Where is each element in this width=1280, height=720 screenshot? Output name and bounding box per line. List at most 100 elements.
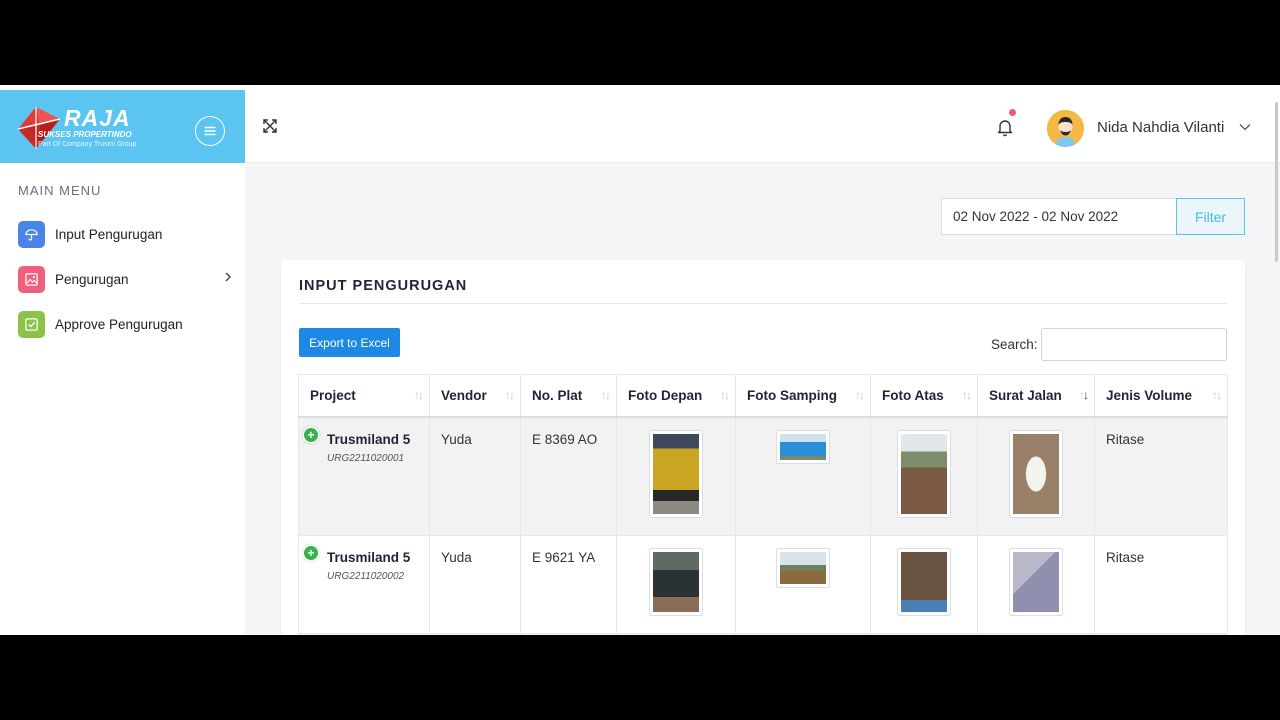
sidebar: MAIN MENU Input Pengurugan Pengurugan Ap… (0, 163, 245, 635)
column-header-vendor[interactable]: Vendor ↑↓ (429, 374, 521, 418)
hamburger-icon (204, 126, 216, 136)
cell-foto-samping (735, 633, 871, 635)
surat-jalan-thumbnail[interactable] (1009, 547, 1063, 616)
table-header-row: Project ↑↓ Vendor ↑↓ No. Plat ↑↓ Foto Depan… (298, 374, 1228, 418)
cell-foto-atas (870, 535, 978, 634)
user-avatar-icon (1047, 110, 1084, 147)
foto-atas-thumbnail[interactable] (897, 547, 951, 616)
avatar[interactable] (1047, 110, 1084, 147)
sidebar-item-input-pengurugan[interactable]: Input Pengurugan (18, 220, 233, 248)
user-name[interactable]: Nida Nahdia Vilanti (1097, 119, 1224, 136)
logo-name: RAJA (64, 105, 131, 131)
app-viewport: RAJA SUKSES PROPERTINDO Part Of Company … (0, 85, 1280, 635)
image-icon (18, 265, 45, 293)
column-label: Project (310, 387, 356, 403)
bell-icon (997, 120, 1013, 137)
expand-row-button[interactable]: + (304, 427, 318, 442)
column-header-foto-depan[interactable]: Foto Depan ↑↓ (616, 374, 736, 418)
foto-depan-thumbnail[interactable] (649, 429, 703, 518)
table-row[interactable]: + Trusmiland 5 URG2211020002 Yuda E 9621… (298, 535, 1228, 634)
sidebar-title: MAIN MENU (18, 183, 102, 198)
column-label: Vendor (441, 387, 487, 403)
sidebar-item-approve-pengurugan[interactable]: Approve Pengurugan (18, 310, 233, 338)
search-input[interactable] (1041, 328, 1227, 361)
table-row[interactable]: + Trusmiland 5 URG2211020001 Yuda E 8369… (298, 416, 1228, 536)
cell-foto-atas (870, 633, 978, 635)
notifications-button[interactable] (996, 117, 1014, 137)
column-header-jenis-volume[interactable]: Jenis Volume ↑↓ (1094, 374, 1228, 418)
cell-foto-depan (616, 416, 736, 536)
project-name: Trusmiland 5 (327, 431, 411, 447)
check-square-icon (18, 310, 45, 338)
cell-foto-samping (735, 535, 871, 634)
surat-jalan-thumbnail[interactable] (1009, 429, 1063, 518)
filter-button[interactable]: Filter (1176, 198, 1245, 235)
umbrella-icon (18, 220, 45, 248)
brand-bar: RAJA SUKSES PROPERTINDO Part Of Company … (0, 90, 245, 163)
fullscreen-toggle[interactable] (261, 117, 279, 135)
foto-samping-thumbnail[interactable] (776, 429, 830, 464)
column-header-foto-atas[interactable]: Foto Atas ↑↓ (870, 374, 978, 418)
foto-samping-thumbnail[interactable] (776, 547, 830, 588)
project-code: URG2211020001 (327, 452, 405, 464)
cell-surat-jalan (977, 416, 1095, 536)
page-scrollbar[interactable] (1275, 102, 1278, 262)
column-header-no-plat[interactable]: No. Plat ↑↓ (520, 374, 617, 418)
cell-surat-jalan (977, 535, 1095, 634)
chevron-down-icon[interactable] (1239, 123, 1251, 131)
cell-foto-depan (616, 633, 736, 635)
cell-foto-samping (735, 416, 871, 536)
company-logo[interactable]: RAJA SUKSES PROPERTINDO Part Of Company … (14, 105, 174, 153)
cell-plat: E 8369 AO (520, 416, 617, 536)
logo-subtitle: Part Of Company Trusmi Group (38, 141, 137, 148)
sort-icon: ↑↓ (505, 388, 515, 402)
cell-plat (520, 633, 617, 635)
menu-toggle-button[interactable] (195, 116, 225, 146)
project-name: Trusmiland 5 (327, 549, 411, 565)
column-label: Foto Depan (628, 387, 703, 403)
sort-icon: ↑↓ (414, 388, 424, 402)
sidebar-item-label: Approve Pengurugan (55, 316, 183, 332)
cell-project: + (298, 633, 430, 635)
logo-tagline: SUKSES PROPERTINDO (38, 130, 132, 139)
sidebar-item-pengurugan[interactable]: Pengurugan (18, 265, 233, 293)
expand-arrows-icon (263, 119, 277, 133)
cell-vendor: Yuda (429, 535, 521, 634)
table-row[interactable]: + (298, 633, 1228, 635)
page-title: INPUT PENGURUGAN (299, 278, 468, 294)
cell-surat-jalan (977, 633, 1095, 635)
sort-icon: ↑↓ (720, 388, 730, 402)
notification-badge (1009, 109, 1016, 116)
foto-atas-thumbnail[interactable] (897, 429, 951, 518)
pengurugan-table: Project ↑↓ Vendor ↑↓ No. Plat ↑↓ Foto Depan… (298, 374, 1228, 635)
search-label: Search: (991, 337, 1038, 352)
sidebar-item-label: Input Pengurugan (55, 226, 163, 242)
column-header-foto-samping[interactable]: Foto Samping ↑↓ (735, 374, 871, 418)
cell-jenis-volume (1094, 633, 1228, 635)
sort-desc-icon: ↑↓ (1079, 388, 1089, 402)
sort-icon: ↑↓ (1212, 388, 1222, 402)
sort-icon: ↑↓ (601, 388, 611, 402)
cell-project: + Trusmiland 5 URG2211020001 (298, 416, 430, 536)
pengurugan-card: INPUT PENGURUGAN Export to Excel Search:… (281, 260, 1245, 635)
column-header-project[interactable]: Project ↑↓ (298, 374, 430, 418)
cell-jenis-volume: Ritase (1094, 535, 1228, 634)
sort-icon: ↑↓ (962, 388, 972, 402)
sort-icon: ↑↓ (855, 388, 865, 402)
chevron-right-icon (225, 272, 231, 282)
column-label: Surat Jalan (989, 387, 1062, 403)
column-header-surat-jalan[interactable]: Surat Jalan ↑↓ (977, 374, 1095, 418)
column-label: Jenis Volume (1106, 387, 1193, 403)
cell-foto-atas (870, 416, 978, 536)
cell-project: + Trusmiland 5 URG2211020002 (298, 535, 430, 634)
column-label: No. Plat (532, 387, 583, 403)
card-divider (299, 303, 1227, 304)
export-excel-button[interactable]: Export to Excel (299, 328, 400, 357)
column-label: Foto Samping (747, 387, 837, 403)
sidebar-item-label: Pengurugan (55, 271, 129, 287)
foto-depan-thumbnail[interactable] (649, 547, 703, 616)
date-range-input[interactable]: 02 Nov 2022 - 02 Nov 2022 (941, 198, 1177, 235)
top-header: Nida Nahdia Vilanti (245, 90, 1280, 163)
cell-plat: E 9621 YA (520, 535, 617, 634)
expand-row-button[interactable]: + (304, 545, 318, 560)
